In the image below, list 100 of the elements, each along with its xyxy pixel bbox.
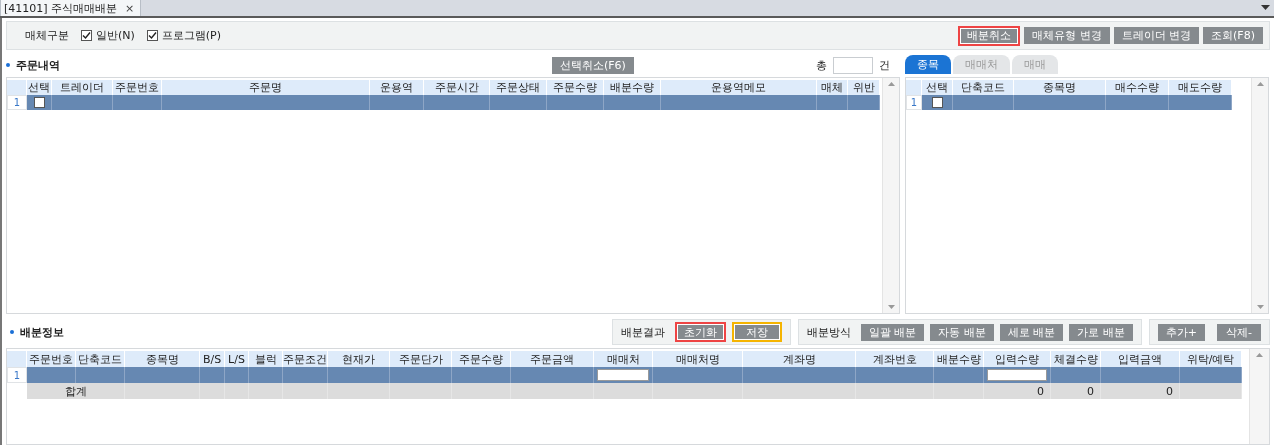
group-label: 배분결과 <box>620 324 665 340</box>
checkbox[interactable] <box>81 30 92 41</box>
table-cell <box>1106 95 1169 110</box>
checkbox[interactable] <box>146 30 158 41</box>
column-header[interactable]: 종목명 <box>125 351 200 367</box>
total-value: 0 <box>1101 383 1180 399</box>
document-tab[interactable]: [41101] 주식매매배분 × <box>0 0 142 16</box>
column-header[interactable]: B/S <box>200 351 225 367</box>
column-header[interactable]: 현재가 <box>328 351 390 367</box>
table-cell <box>424 95 490 110</box>
column-header[interactable]: 매도수량 <box>1169 80 1232 95</box>
header-corner <box>7 351 27 367</box>
count-input-field[interactable] <box>833 56 873 74</box>
table-cell <box>1169 95 1232 110</box>
column-header[interactable]: 주문수량 <box>547 80 604 95</box>
column-header[interactable]: 종목명 <box>1014 80 1106 95</box>
column-header[interactable]: 운용역 <box>370 80 424 95</box>
total-cell <box>594 383 653 399</box>
column-header[interactable]: 매수수량 <box>1106 80 1169 95</box>
total-cell <box>328 383 390 399</box>
table-cell <box>200 367 225 383</box>
column-header[interactable]: 매매처명 <box>653 351 743 367</box>
table-cell <box>817 95 848 110</box>
column-header[interactable]: 블럭 <box>249 351 283 367</box>
row-number: 1 <box>906 95 922 110</box>
column-header[interactable]: 선택 <box>922 80 953 95</box>
scroll-up-arrow-icon[interactable] <box>1256 353 1263 357</box>
table-cell <box>547 95 604 110</box>
total-label: 합계 <box>27 383 125 399</box>
scrollbar[interactable] <box>882 78 899 313</box>
table-cell <box>390 367 452 383</box>
group-label: 배분방식 <box>806 324 851 340</box>
checkbox[interactable] <box>33 97 45 108</box>
column-header[interactable]: 체결수량 <box>1051 351 1101 367</box>
scroll-up-arrow-icon[interactable] <box>1256 82 1264 86</box>
column-header[interactable]: 위탁/예탁 <box>1180 351 1242 367</box>
table-cell <box>1180 367 1242 383</box>
column-header[interactable]: 주문번호 <box>113 80 162 95</box>
column-header[interactable]: 주문번호 <box>27 351 76 367</box>
filter-label: 매체구분 <box>25 28 69 43</box>
total-cell <box>225 383 249 399</box>
section-title: 주문내역 <box>6 57 60 73</box>
scrollbar[interactable] <box>1251 78 1268 313</box>
total-cell <box>249 383 283 399</box>
checkbox[interactable] <box>931 97 943 108</box>
total-cell <box>452 383 511 399</box>
cell-input-field[interactable] <box>597 369 649 381</box>
table-cell <box>225 367 249 383</box>
total-label: 총 <box>816 57 827 73</box>
total-value: 0 <box>1051 383 1101 399</box>
total-cell <box>200 383 225 399</box>
column-header[interactable]: 매매처 <box>594 351 653 367</box>
column-header[interactable]: 계좌명 <box>743 351 856 367</box>
column-header[interactable]: 배분수량 <box>604 80 661 95</box>
table-cell <box>490 95 547 110</box>
column-header[interactable]: L/S <box>225 351 249 367</box>
table-cell <box>370 95 424 110</box>
checkbox-label: 프로그램(P) <box>161 28 222 43</box>
column-header[interactable]: 위반 <box>848 80 880 95</box>
table-cell <box>76 367 125 383</box>
scroll-down-arrow-icon[interactable] <box>887 305 895 309</box>
total-value: 0 <box>984 383 1051 399</box>
column-header[interactable]: 주문금액 <box>511 351 594 367</box>
column-header[interactable]: 단축코드 <box>76 351 125 367</box>
column-header[interactable]: 트레이더 <box>52 80 113 95</box>
column-header[interactable]: 주문명 <box>162 80 370 95</box>
column-header[interactable]: 배분수량 <box>934 351 984 367</box>
table-cell <box>113 95 162 110</box>
column-header[interactable]: 입력금액 <box>1101 351 1180 367</box>
checkbox-label: 일반(N) <box>96 28 135 43</box>
column-header[interactable]: 단축코드 <box>953 80 1014 95</box>
total-cell <box>934 383 984 399</box>
column-header[interactable]: 계좌번호 <box>856 351 934 367</box>
column-header[interactable]: 주문수량 <box>452 351 511 367</box>
table-cell <box>283 367 328 383</box>
table-cell <box>249 367 283 383</box>
table-cell <box>848 95 880 110</box>
cell-input-field[interactable] <box>987 369 1047 381</box>
table-cell <box>604 95 661 110</box>
scroll-down-arrow-icon[interactable] <box>1256 305 1264 309</box>
column-header[interactable]: 주문상태 <box>490 80 547 95</box>
table-cell <box>328 367 390 383</box>
table-cell <box>452 367 511 383</box>
column-header[interactable]: 운용역메모 <box>661 80 817 95</box>
dropdown-arrow-icon[interactable] <box>1261 5 1270 10</box>
row-number: 1 <box>7 367 27 383</box>
column-header[interactable]: 주문조건 <box>283 351 328 367</box>
total-cell <box>1180 383 1242 399</box>
close-tab-button[interactable]: × <box>125 1 135 15</box>
scrollbar[interactable] <box>1249 349 1269 444</box>
column-header[interactable]: 주문시간 <box>424 80 490 95</box>
section-title: 배분정보 <box>10 324 64 340</box>
column-header[interactable]: 선택 <box>27 80 52 95</box>
column-header[interactable]: 주문단가 <box>390 351 452 367</box>
total-cell <box>390 383 452 399</box>
column-header[interactable]: 입력수량 <box>984 351 1051 367</box>
column-header[interactable]: 매체 <box>817 80 848 95</box>
panel-tab[interactable]: 종목 <box>905 55 951 74</box>
scroll-up-arrow-icon[interactable] <box>887 82 895 86</box>
total-cell <box>283 383 328 399</box>
